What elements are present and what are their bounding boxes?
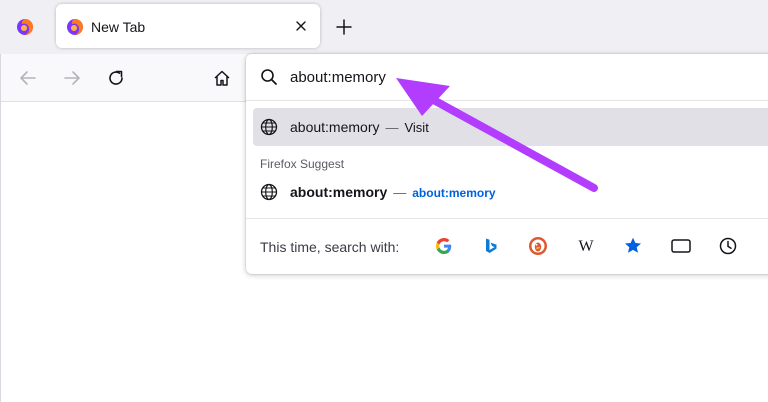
globe-icon (260, 183, 278, 201)
duckduckgo-icon (529, 237, 547, 255)
result-suggest-about-memory[interactable]: about:memory — about:memory (253, 173, 768, 211)
one-off-search-bar: This time, search with: W (246, 219, 768, 274)
back-button[interactable] (16, 66, 40, 90)
plus-icon (336, 19, 352, 35)
result-visit-about-memory[interactable]: about:memory — Visit (253, 108, 768, 146)
reload-button[interactable] (104, 66, 128, 90)
firefox-logo-icon (17, 19, 33, 35)
history-button[interactable] (715, 233, 741, 259)
result-title: about:memory (290, 184, 388, 200)
result-action: Visit (404, 120, 429, 135)
tab-new-tab[interactable]: New Tab (56, 4, 320, 48)
tab-strip: New Tab (0, 0, 768, 54)
bing-icon (486, 238, 497, 253)
close-icon[interactable] (294, 19, 308, 33)
address-bar-text[interactable]: about:memory (290, 68, 386, 88)
one-off-label: This time, search with: (260, 239, 400, 255)
google-icon (436, 238, 452, 254)
urlbar-dropdown: about:memory about:memory — Visit Firefox … (246, 54, 768, 274)
tabs-button[interactable] (668, 233, 694, 259)
home-icon (214, 70, 230, 86)
window-edge (0, 54, 1, 402)
address-bar[interactable]: about:memory (246, 54, 768, 101)
history-icon (719, 237, 737, 255)
result-separator: — (385, 120, 399, 135)
bookmarks-star-icon (625, 237, 641, 253)
globe-icon (260, 118, 278, 136)
reload-icon (109, 70, 123, 85)
firefox-view-button[interactable] (8, 10, 42, 44)
firefox-suggest-label: Firefox Suggest (260, 157, 345, 171)
bookmarks-button[interactable] (620, 233, 646, 259)
result-text: about:memory — Visit (290, 118, 429, 137)
new-tab-button[interactable] (332, 15, 356, 39)
result-text: about:memory — about:memory (290, 183, 496, 202)
wikipedia-icon: W (578, 238, 594, 255)
firefox-logo-icon (67, 19, 83, 35)
engine-bing-button[interactable] (478, 233, 504, 259)
engine-wikipedia-button[interactable]: W (573, 233, 599, 259)
svg-text:W: W (578, 238, 594, 255)
forward-button[interactable] (60, 66, 84, 90)
result-title: about:memory (290, 119, 380, 135)
tabs-icon (671, 239, 691, 253)
arrow-right-icon (64, 71, 80, 85)
result-url: about:memory (412, 186, 496, 200)
tab-title: New Tab (91, 19, 146, 35)
arrow-left-icon (20, 71, 36, 85)
search-icon (261, 69, 277, 85)
engine-duckduckgo-button[interactable] (525, 233, 551, 259)
engine-google-button[interactable] (431, 233, 457, 259)
home-button[interactable] (210, 66, 234, 90)
result-separator: — (393, 185, 407, 200)
